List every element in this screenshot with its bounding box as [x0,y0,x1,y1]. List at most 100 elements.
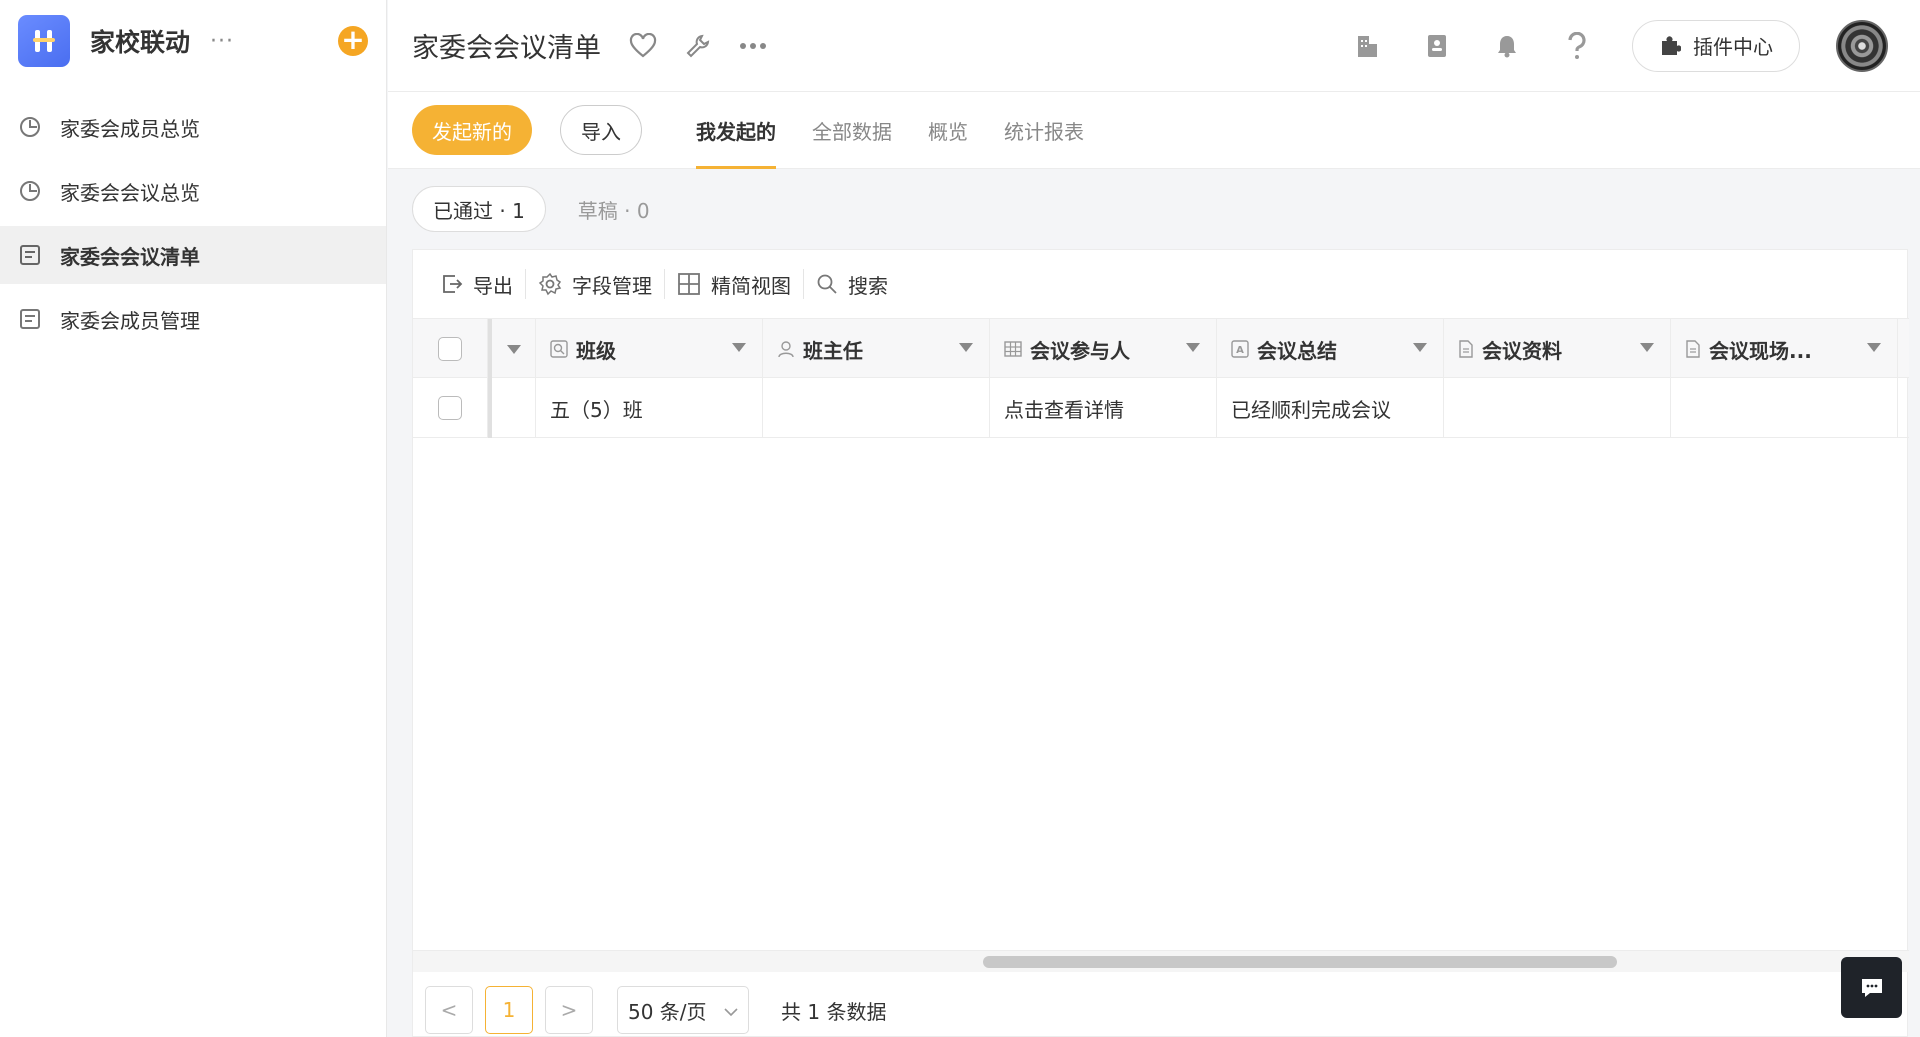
new-record-button[interactable]: 发起新的 [412,105,532,155]
sidebar-item-label: 家委会成员管理 [60,308,200,333]
chevron-down-icon[interactable] [1867,343,1881,352]
import-button[interactable]: 导入 [560,105,642,155]
row-checkbox[interactable] [438,396,462,420]
app-header: 家校联动 ··· + [0,0,386,82]
field-manage-label: 字段管理 [572,273,652,298]
column-header-participants[interactable]: 会议参与人 [990,319,1217,379]
fixed-column-menu[interactable] [488,319,536,379]
building-icon[interactable] [1352,31,1382,61]
table-panel: 导出 字段管理 精简视图 搜索 班级 班主任 会议参与人 A 会议总结 会议资料… [412,249,1909,1037]
compact-view-button[interactable]: 精简视图 [665,270,803,299]
sidebar-item-member-overview[interactable]: 家委会成员总览 [0,98,386,156]
sidebar-item-meeting-list[interactable]: 家委会会议清单 [0,226,386,284]
compact-view-label: 精简视图 [711,273,791,298]
page-number-button[interactable]: 1 [485,986,533,1034]
column-header-summary[interactable]: A 会议总结 [1217,319,1444,379]
chevron-down-icon[interactable] [1640,343,1654,352]
filter-draft[interactable]: 草稿 · 0 [558,186,670,232]
row-fixed-cell [488,378,536,438]
table-cell[interactable] [1444,378,1671,438]
add-icon[interactable]: + [338,26,368,56]
app-name: 家校联动 [90,28,191,57]
field-manage-button[interactable]: 字段管理 [526,270,664,299]
chevron-down-icon[interactable] [959,343,973,352]
table-header-row: 班级 班主任 会议参与人 A 会议总结 会议资料 会议现场... [413,318,1909,379]
heart-icon[interactable] [629,32,657,59]
gear-icon [538,272,562,296]
chat-button[interactable] [1841,957,1902,1018]
list-form-icon [18,243,42,267]
tab-mine[interactable]: 我发起的 [696,92,776,169]
column-header-class[interactable]: 班级 [536,319,763,379]
scrollbar-thumb[interactable] [983,956,1617,968]
export-button[interactable]: 导出 [429,270,525,299]
app-logo[interactable] [18,15,70,67]
data-table: 班级 班主任 会议参与人 A 会议总结 会议资料 会议现场... 五（5）班 点… [413,318,1909,438]
filter-approved[interactable]: 已通过 · 1 [412,186,546,232]
search-label: 搜索 [848,273,888,298]
table-cell[interactable]: 点击查看详情 [990,378,1217,438]
select-all-checkbox[interactable] [438,337,462,361]
chevron-down-icon[interactable] [1186,343,1200,352]
wrench-icon[interactable] [685,33,711,59]
search-icon [816,273,838,295]
horizontal-scrollbar[interactable] [413,950,1909,972]
help-icon[interactable] [1562,31,1592,61]
table-cell[interactable] [1671,378,1898,438]
sidebar-item-member-manage[interactable]: 家委会成员管理 [0,290,386,348]
bell-icon[interactable] [1492,31,1522,61]
next-page-button[interactable]: > [545,986,593,1034]
table-toolbar: 导出 字段管理 精简视图 搜索 [413,250,1907,318]
app-more-icon[interactable]: ··· [210,29,234,54]
column-header-label: 班级 [576,338,616,363]
search-field-icon [550,340,568,358]
column-header-scene[interactable]: 会议现场... [1671,319,1898,379]
table-icon [1004,340,1022,358]
select-all-cell [413,319,488,379]
column-header-label: 会议资料 [1482,338,1562,363]
column-header-label: 会议参与人 [1030,338,1130,363]
plugin-center-button[interactable]: 插件中心 [1632,19,1800,72]
file-icon [1685,340,1701,358]
table-cell[interactable]: 已经顺利完成会议 [1217,378,1444,438]
contacts-icon[interactable] [1422,31,1452,61]
pagination: < 1 > 50 条/页 共 1 条数据 [425,986,886,1034]
sidebar-item-label: 家委会成员总览 [60,116,200,141]
export-icon [441,273,463,295]
chart-pie-icon [18,179,42,203]
top-header: 家委会会议清单 插件中心 [388,0,1920,92]
total-count: 共 1 条数据 [781,999,887,1024]
table-cell[interactable]: 五（5）班 [536,378,763,438]
chart-pie-icon [18,115,42,139]
top-right-actions: 插件中心 [1312,19,1920,72]
avatar[interactable] [1836,19,1888,72]
search-button[interactable]: 搜索 [804,270,900,299]
svg-text:A: A [1236,345,1244,356]
column-header-materials[interactable]: 会议资料 [1444,319,1671,379]
grid-icon [677,272,701,296]
table-cell[interactable] [763,378,990,438]
sidebar-item-meeting-overview[interactable]: 家委会会议总览 [0,162,386,220]
puzzle-icon [1659,35,1681,57]
chevron-down-icon[interactable] [1413,343,1427,352]
text-field-icon: A [1231,340,1249,358]
view-tabs: 我发起的 全部数据 概览 统计报表 [696,92,1120,169]
tab-reports[interactable]: 统计报表 [1004,92,1084,169]
prev-page-button[interactable]: < [425,986,473,1034]
list-form-icon [18,307,42,331]
table-row[interactable]: 五（5）班 点击查看详情 已经顺利完成会议 [413,378,1909,438]
chevron-down-icon [506,344,521,354]
more-icon[interactable] [739,42,767,50]
column-header-label: 会议现场... [1709,338,1812,363]
column-header-label: 会议总结 [1257,338,1337,363]
page-size-select[interactable]: 50 条/页 [617,986,749,1034]
tab-overview[interactable]: 概览 [928,92,968,169]
export-label: 导出 [473,273,513,298]
status-filters: 已通过 · 1 草稿 · 0 [412,186,670,232]
tab-all-data[interactable]: 全部数据 [812,92,892,169]
file-icon [1458,340,1474,358]
column-header-teacher[interactable]: 班主任 [763,319,990,379]
user-icon [777,340,795,358]
chevron-down-icon[interactable] [732,343,746,352]
action-tab-bar: 发起新的 导入 我发起的 全部数据 概览 统计报表 [388,92,1920,169]
